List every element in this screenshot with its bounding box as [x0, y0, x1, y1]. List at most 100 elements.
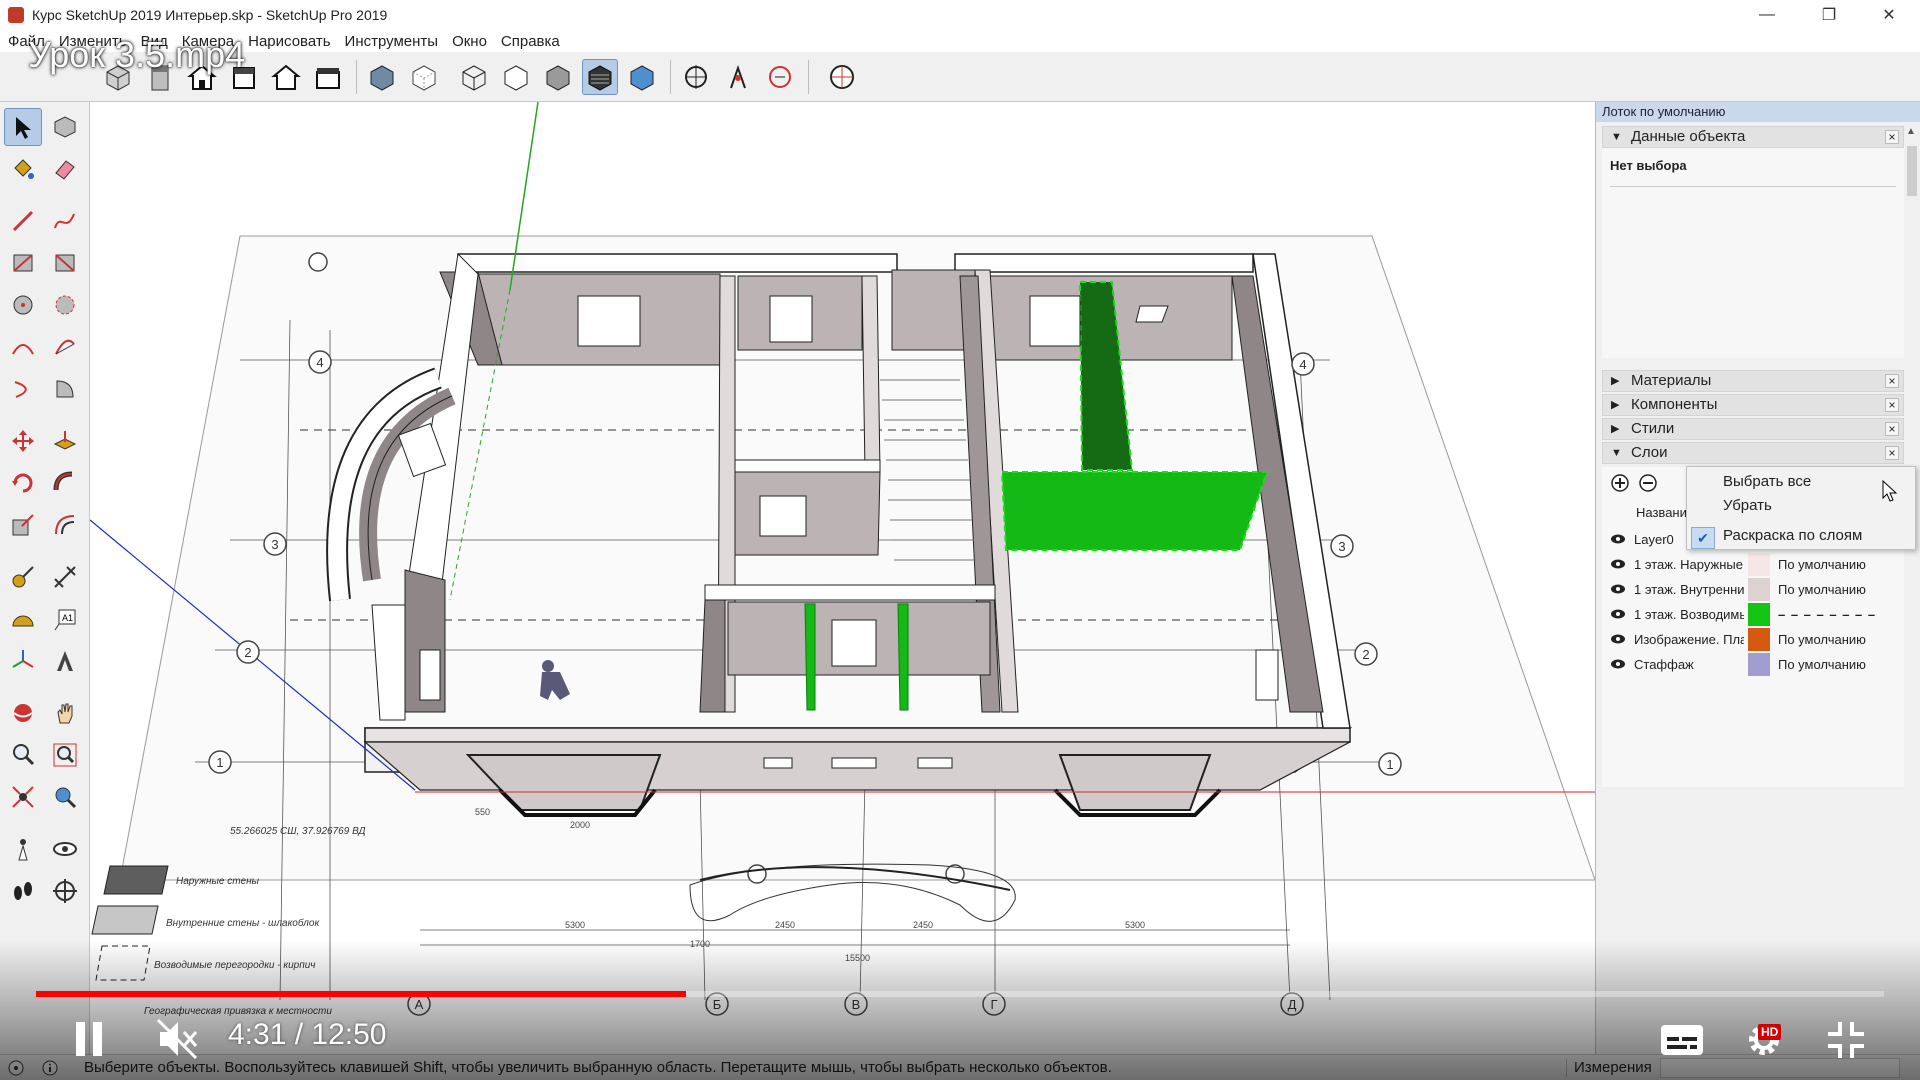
close-button[interactable]: ✕	[1860, 0, 1918, 30]
walk-tool-icon[interactable]	[4, 872, 42, 910]
restore-button[interactable]: ❐	[1800, 0, 1858, 30]
geo-location-icon[interactable]	[824, 59, 860, 95]
layer-row[interactable]: Изображение. Пла По умолчанию	[1602, 627, 1904, 652]
minimize-button[interactable]: —	[1738, 0, 1796, 30]
layer-color-swatch[interactable]	[1748, 603, 1770, 626]
layer-row[interactable]: 1 этаж. Возводимь – – – – – – – –	[1602, 602, 1904, 627]
back-view-icon[interactable]	[268, 59, 304, 95]
styles-panel-header[interactable]: ▶ Стили ×	[1602, 418, 1904, 440]
follow-me-icon[interactable]	[46, 464, 84, 502]
rectangle-tool-icon[interactable]	[4, 244, 42, 282]
rotate-tool-icon[interactable]	[4, 464, 42, 502]
geo-status-icon[interactable]	[8, 1060, 24, 1076]
pie-tool-icon[interactable]	[46, 370, 84, 408]
delete-layer-icon[interactable]	[1638, 473, 1658, 493]
layer-dashes[interactable]: По умолчанию	[1778, 632, 1866, 647]
close-icon[interactable]: ×	[1885, 398, 1899, 412]
make-component-icon[interactable]	[46, 108, 84, 146]
menu-select-all[interactable]: Выбрать все	[1723, 473, 1811, 490]
shaded-textures-icon[interactable]	[582, 59, 618, 95]
layer-color-swatch[interactable]	[1748, 653, 1770, 676]
push-pull-icon[interactable]	[46, 422, 84, 460]
shaded-icon[interactable]	[540, 59, 576, 95]
subtitles-icon[interactable]	[1660, 1024, 1704, 1056]
protractor-icon[interactable]	[4, 600, 42, 638]
look-around-icon[interactable]	[46, 830, 84, 868]
layers-panel-header[interactable]: ▼ Слои ×	[1602, 442, 1904, 464]
monochrome-icon[interactable]	[624, 59, 660, 95]
dimension-tool-icon[interactable]	[46, 558, 84, 596]
two-point-arc-icon[interactable]	[46, 328, 84, 366]
hidden-line-icon[interactable]	[498, 59, 534, 95]
info-status-icon[interactable]	[42, 1060, 58, 1076]
entity-info-header[interactable]: ▼ Данные объекта ×	[1602, 126, 1904, 148]
3d-text-icon[interactable]	[46, 642, 84, 680]
section-plane-tool-icon[interactable]	[46, 872, 84, 910]
eraser-icon[interactable]	[46, 150, 84, 188]
model-canvas[interactable]: А Б В Г Д 1 1 2 2 3 3 4 4 5300 5300 2450…	[90, 102, 1595, 1054]
zoom-extents-icon[interactable]	[4, 778, 42, 816]
section-plane-icon[interactable]	[678, 59, 714, 95]
back-edges-icon[interactable]	[406, 59, 442, 95]
tray-scrollbar[interactable]: ▲	[1904, 124, 1920, 1054]
layer-dashes[interactable]: – – – – – – – –	[1778, 607, 1876, 622]
eye-icon[interactable]	[1610, 556, 1626, 572]
layer-dashes[interactable]: По умолчанию	[1778, 657, 1866, 672]
freehand-icon[interactable]	[46, 202, 84, 240]
menu-draw[interactable]: Нарисовать	[248, 33, 330, 50]
close-icon[interactable]: ×	[1885, 374, 1899, 388]
scroll-up-icon[interactable]: ▲	[1906, 126, 1916, 137]
add-layer-icon[interactable]	[1610, 473, 1630, 493]
pause-icon[interactable]	[74, 1020, 104, 1058]
arc-tool-icon[interactable]	[4, 328, 42, 366]
mute-icon[interactable]	[156, 1018, 200, 1060]
offset-tool-icon[interactable]	[46, 506, 84, 544]
layer-row[interactable]: 1 этаж. Наружные По умолчанию	[1602, 552, 1904, 577]
orbit-tool-icon[interactable]	[4, 694, 42, 732]
polygon-tool-icon[interactable]	[46, 286, 84, 324]
pan-tool-icon[interactable]	[46, 694, 84, 732]
scrollbar-thumb[interactable]	[1907, 146, 1917, 196]
materials-panel-header[interactable]: ▶ Материалы ×	[1602, 370, 1904, 392]
position-camera-icon[interactable]	[4, 830, 42, 868]
eye-icon[interactable]	[1610, 631, 1626, 647]
eye-icon[interactable]	[1610, 656, 1626, 672]
wireframe-icon[interactable]	[456, 59, 492, 95]
left-view-icon[interactable]	[310, 59, 346, 95]
layer-row[interactable]: Стаффаж По умолчанию	[1602, 652, 1904, 677]
display-section-cuts-icon[interactable]	[720, 59, 756, 95]
circle-tool-icon[interactable]	[4, 286, 42, 324]
layers-name-column[interactable]: Названи	[1636, 505, 1687, 520]
display-section-fill-icon[interactable]	[762, 59, 798, 95]
close-icon[interactable]: ×	[1885, 446, 1899, 460]
tape-measure-icon[interactable]	[4, 558, 42, 596]
scale-tool-icon[interactable]	[4, 506, 42, 544]
select-tool-icon[interactable]	[4, 108, 42, 146]
layer-color-swatch[interactable]	[1748, 628, 1770, 651]
menu-color-by-layer[interactable]: Раскраска по слоям	[1723, 527, 1862, 544]
measurements-input[interactable]	[1660, 1058, 1900, 1078]
menu-help[interactable]: Справка	[501, 33, 560, 50]
model-viewport[interactable]: А Б В Г Д 1 1 2 2 3 3 4 4 5300 5300 2450…	[90, 102, 1595, 1054]
layer-dashes[interactable]: По умолчанию	[1778, 582, 1866, 597]
eye-icon[interactable]	[1610, 531, 1626, 547]
exit-fullscreen-icon[interactable]	[1826, 1020, 1866, 1060]
three-point-arc-icon[interactable]	[4, 370, 42, 408]
zoom-tool-icon[interactable]	[4, 736, 42, 774]
previous-view-icon[interactable]	[46, 778, 84, 816]
menu-window[interactable]: Окно	[452, 33, 487, 50]
close-icon[interactable]: ×	[1885, 422, 1899, 436]
layer-row[interactable]: 1 этаж. Внутренни По умолчанию	[1602, 577, 1904, 602]
rotated-rectangle-icon[interactable]	[46, 244, 84, 282]
axes-tool-icon[interactable]	[4, 642, 42, 680]
components-panel-header[interactable]: ▶ Компоненты ×	[1602, 394, 1904, 416]
paint-bucket-icon[interactable]	[4, 150, 42, 188]
layer-color-swatch[interactable]	[1748, 553, 1770, 576]
eye-icon[interactable]	[1610, 606, 1626, 622]
move-tool-icon[interactable]	[4, 422, 42, 460]
layer-dashes[interactable]: По умолчанию	[1778, 557, 1866, 572]
text-tool-icon[interactable]: A1	[46, 600, 84, 638]
zoom-window-icon[interactable]	[46, 736, 84, 774]
eye-icon[interactable]	[1610, 581, 1626, 597]
close-icon[interactable]: ×	[1885, 130, 1899, 144]
